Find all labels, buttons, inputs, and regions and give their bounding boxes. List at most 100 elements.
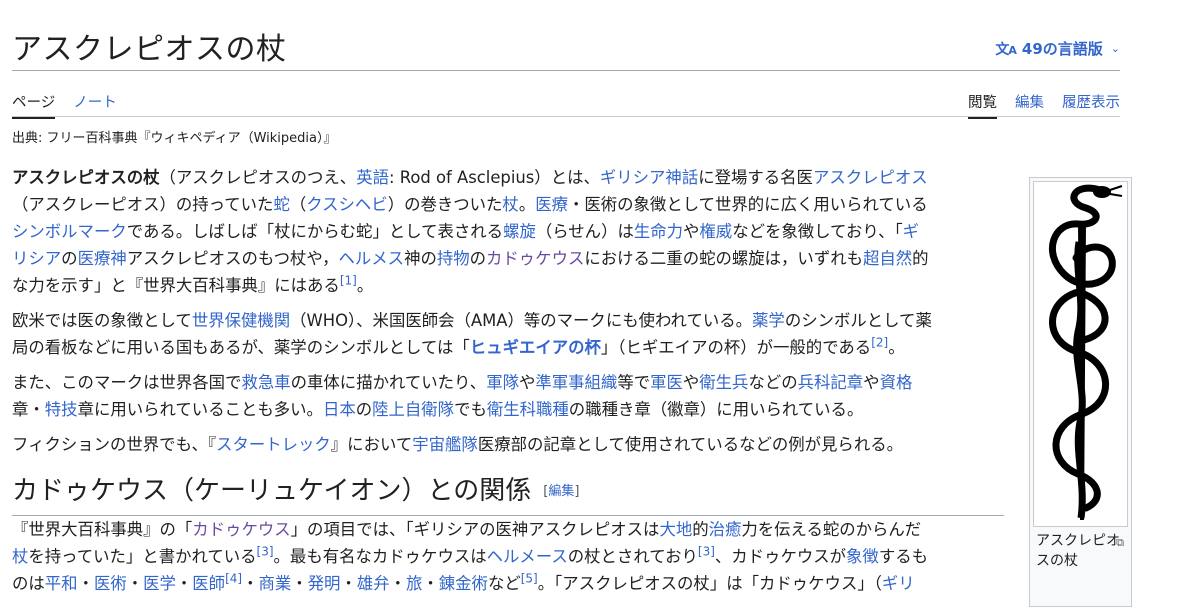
paragraph-4: フィクションの世界でも、『スタートレック』において宇宙艦隊医療部の記章として使用… bbox=[12, 431, 1004, 458]
citation-link[interactable]: [4] bbox=[225, 571, 242, 585]
text-run: 。 bbox=[888, 338, 905, 357]
paragraph-3: また、このマークは世界各国で救急車の車体に描かれていたり、軍隊や準軍事組織等で軍… bbox=[12, 369, 1004, 423]
wiki-link[interactable]: 医師 bbox=[192, 574, 225, 593]
tab-read[interactable]: 閲覧 bbox=[968, 91, 997, 119]
tab-history[interactable]: 履歴表示 bbox=[1062, 91, 1120, 119]
language-count-label: 49の言語版 bbox=[1021, 40, 1103, 58]
wiki-link[interactable]: 蛇 bbox=[273, 195, 289, 214]
wiki-link[interactable]: 陸上自衛隊 bbox=[372, 400, 454, 419]
wiki-link[interactable]: 医療神 bbox=[78, 249, 127, 268]
wiki-link[interactable]: 軍隊 bbox=[486, 373, 519, 392]
text-run: 、カドゥケウスが bbox=[714, 546, 847, 566]
citation-link[interactable]: [1] bbox=[340, 274, 357, 288]
wiki-link[interactable]: クスシヘビ bbox=[306, 195, 387, 214]
wiki-link[interactable]: 医学 bbox=[143, 574, 176, 593]
wiki-link[interactable]: 医療 bbox=[535, 195, 568, 214]
wiki-link[interactable]: 宇宙艦隊 bbox=[412, 435, 478, 454]
wiki-link[interactable]: 象徴 bbox=[846, 547, 879, 566]
tab-edit[interactable]: 編集 bbox=[1015, 91, 1044, 119]
wiki-link[interactable]: 衛生兵 bbox=[699, 373, 748, 392]
article-content: アスクレピオスの杖（アスクレピオスのつえ、英語: Rod of Asclepiu… bbox=[12, 164, 1004, 605]
wiki-link[interactable]: 世界保健機関 bbox=[192, 311, 290, 330]
wiki-link[interactable]: 杖 bbox=[502, 195, 518, 214]
page-title: アスクレピオスの杖 bbox=[12, 32, 287, 67]
wiki-link[interactable]: ヘルメース bbox=[487, 547, 568, 566]
wiki-link[interactable]: 治癒 bbox=[709, 520, 742, 539]
section-edit-link[interactable]: 編集 bbox=[548, 484, 574, 499]
text-run: のシンボルとして薬 bbox=[784, 311, 932, 330]
wiki-link[interactable]: 薬学 bbox=[752, 311, 785, 330]
text-run: 医療部の記章として使用されているなどの例が見られる。 bbox=[477, 435, 903, 454]
text-run: 」の項目では、「ギリシアの医神アスクレピオスは bbox=[290, 519, 660, 539]
wiki-link[interactable]: 医術 bbox=[94, 574, 127, 593]
wiki-link[interactable]: 超自然 bbox=[863, 249, 912, 268]
text-run: な力を示す」と『世界大百科事典』にはある bbox=[12, 276, 340, 295]
wiki-link[interactable]: アスクレピオス bbox=[813, 168, 928, 187]
text-run: 章に用いられていることも多い。 bbox=[77, 400, 323, 419]
wiki-link[interactable]: ギリシア神話 bbox=[600, 168, 698, 187]
wiki-link[interactable]: 特技 bbox=[45, 400, 78, 419]
wiki-link[interactable]: 衛生科職種 bbox=[487, 400, 569, 419]
text-run: である。しばしば「杖にからむ蛇」として表される bbox=[126, 222, 504, 241]
wiki-link[interactable]: 生命力 bbox=[634, 222, 683, 241]
wiki-link[interactable]: スタートレック bbox=[216, 435, 331, 454]
wiki-link[interactable]: 杖 bbox=[12, 547, 28, 566]
wiki-link[interactable]: 雄弁 bbox=[357, 574, 390, 593]
rod-of-asclepius-icon[interactable] bbox=[1033, 181, 1128, 527]
namespace-tabs: ページ ノート bbox=[12, 91, 117, 119]
wiki-link[interactable]: 錬金術 bbox=[439, 574, 488, 593]
wiki-link[interactable]: ヒュギエイアの杯 bbox=[470, 338, 601, 357]
text-run: ・ bbox=[291, 573, 308, 593]
wiki-link-visited[interactable]: カドゥケウス bbox=[486, 249, 584, 268]
tab-talk[interactable]: ノート bbox=[73, 91, 117, 119]
view-tabs: 閲覧 編集 履歴表示 bbox=[968, 91, 1120, 119]
text-run: ・ bbox=[175, 573, 193, 593]
wiki-link[interactable]: 発明 bbox=[308, 574, 341, 593]
citation: [3] bbox=[257, 544, 274, 558]
wiki-link[interactable]: 持物 bbox=[437, 249, 470, 268]
wiki-link[interactable]: 権威 bbox=[699, 222, 732, 241]
text-run: など bbox=[487, 573, 521, 593]
wiki-link[interactable]: リシア bbox=[12, 249, 61, 268]
infobox-caption: アスクレピオスの杖 ⧉ bbox=[1036, 533, 1124, 569]
article-page: アスクレピオスの杖 文A 49の言語版 ⌄ ページ ノート 閲覧 編集 履歴表示… bbox=[12, 0, 1132, 615]
wiki-link[interactable]: 螺旋 bbox=[503, 222, 536, 241]
wiki-link[interactable]: 商業 bbox=[258, 574, 291, 593]
title-divider bbox=[12, 70, 1120, 71]
text-run: や bbox=[682, 373, 700, 392]
text-run: でも bbox=[454, 400, 487, 419]
text-run: の bbox=[61, 249, 78, 268]
wiki-link[interactable]: 救急車 bbox=[241, 373, 290, 392]
text-run: ）の巻きついた bbox=[387, 195, 503, 214]
magnify-icon[interactable]: ⧉ bbox=[1116, 533, 1124, 553]
wiki-link[interactable]: 資格 bbox=[880, 373, 913, 392]
text-run: 欧米では医の象徴として bbox=[12, 311, 192, 330]
source-line: 出典: フリー百科事典『ウィキペディア（Wikipedia）』 bbox=[12, 131, 337, 146]
wiki-link[interactable]: ギリ bbox=[882, 574, 915, 593]
wiki-link-visited[interactable]: カドゥケウス bbox=[192, 520, 290, 539]
wiki-link[interactable]: 軍医 bbox=[650, 373, 683, 392]
translate-icon: 文A bbox=[995, 41, 1016, 58]
wiki-link[interactable]: 兵科記章 bbox=[798, 373, 864, 392]
text-run: や bbox=[683, 222, 700, 241]
wiki-link[interactable]: 日本 bbox=[323, 400, 356, 419]
wiki-link[interactable]: ギ bbox=[903, 222, 919, 241]
text-run: （らせん）は bbox=[535, 222, 634, 241]
wiki-link[interactable]: 旅 bbox=[406, 574, 422, 593]
text-run: に登場する名医 bbox=[698, 168, 813, 187]
language-button[interactable]: 文A 49の言語版 ⌄ bbox=[995, 38, 1120, 59]
citation-link[interactable]: [5] bbox=[521, 571, 538, 585]
wiki-link[interactable]: ヘルメス bbox=[339, 249, 405, 268]
tab-page[interactable]: ページ bbox=[12, 91, 56, 119]
citation-link[interactable]: [2] bbox=[871, 336, 888, 350]
citation-link[interactable]: [3] bbox=[698, 544, 715, 558]
citation-link[interactable]: [3] bbox=[257, 544, 274, 558]
text-run: の bbox=[469, 249, 487, 268]
text-run: （アスクレーピオス）の持っていた bbox=[12, 195, 274, 214]
wiki-link[interactable]: 準軍事組織 bbox=[535, 373, 617, 392]
wiki-link[interactable]: 英語 bbox=[356, 168, 389, 187]
wiki-link[interactable]: 平和 bbox=[45, 574, 78, 593]
wiki-link[interactable]: 大地 bbox=[659, 520, 692, 539]
paragraph-2: 欧米では医の象徴として世界保健機関（WHO）、米国医師会（AMA）等のマークにも… bbox=[12, 307, 1004, 361]
wiki-link[interactable]: シンボルマーク bbox=[12, 222, 127, 241]
